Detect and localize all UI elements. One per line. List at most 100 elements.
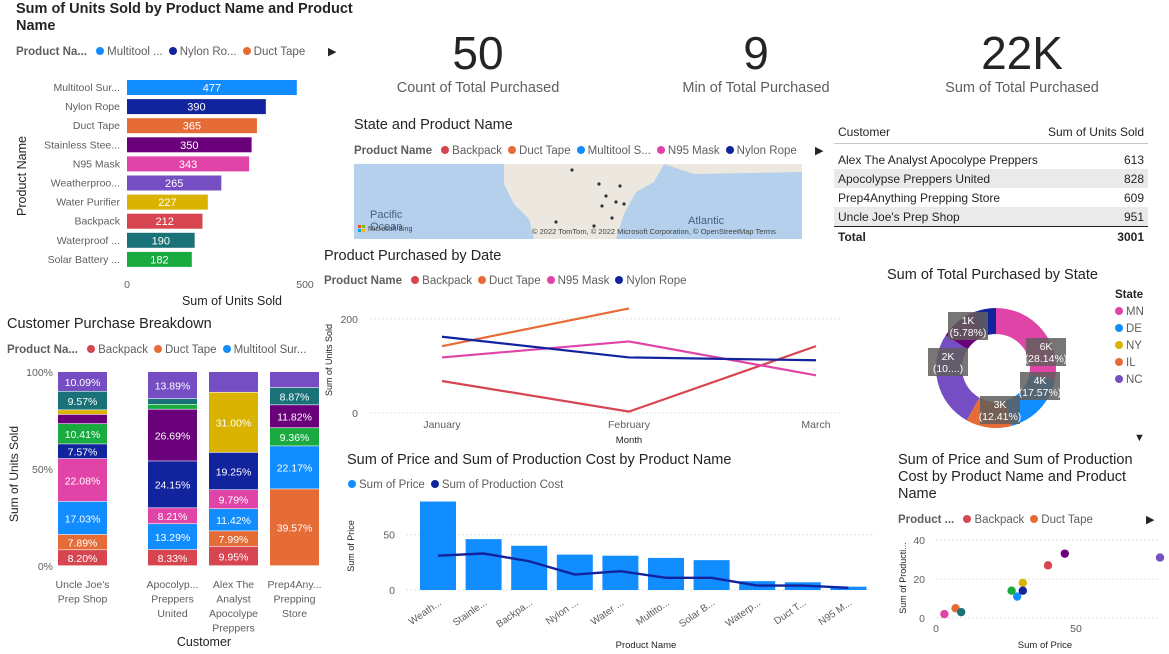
table-row[interactable]: Apocolypse Preppers United 828 [834, 169, 1148, 188]
legend-item[interactable]: Backpack [81, 344, 148, 356]
bar-value-label: 190 [152, 235, 170, 247]
legend-item[interactable]: IL [1115, 357, 1144, 369]
y-axis-title: Sum of Units Sold [7, 426, 21, 522]
table-total-label: Total [838, 229, 866, 244]
combo-chart-svg: 0 50 Weath... Stainle... Backpa... Nylon ... W… [346, 501, 875, 651]
legend-item[interactable]: NC [1115, 374, 1144, 386]
legend-label: Backpack [422, 275, 473, 287]
price-bar[interactable] [511, 545, 548, 590]
scatter-point[interactable] [957, 607, 966, 617]
table-header-units[interactable]: Sum of Units Sold [1043, 121, 1148, 144]
bar-category-label: Water Purifier [56, 197, 120, 209]
price-bar[interactable] [556, 554, 593, 590]
x-category-label: Analyst [216, 594, 251, 606]
stacked-segment[interactable] [58, 414, 107, 424]
legend-marker [242, 47, 251, 55]
donut-title: Sum of Total Purchased by State [887, 267, 1098, 283]
scatter-point[interactable] [1155, 553, 1165, 562]
price-bar[interactable] [420, 501, 456, 590]
legend-item[interactable]: Sum of Price [342, 479, 425, 491]
segment-label: 8.20% [68, 553, 98, 565]
legend-item[interactable]: N95 Mask [541, 275, 610, 287]
y-tick-label: 50% [32, 464, 53, 476]
bar-value-label: 227 [158, 197, 176, 209]
legend-item[interactable]: Backpack [957, 514, 1024, 526]
legend-item[interactable]: Backpack [435, 145, 502, 157]
legend-item[interactable]: Duct Tape [472, 275, 541, 287]
scatter-point[interactable] [1018, 578, 1027, 588]
legend-item[interactable]: Multitool ... [90, 46, 163, 58]
segment-label: 11.82% [277, 412, 312, 424]
legend-item[interactable]: Sum of Production Cost [425, 479, 563, 491]
legend-label: Duct Tape [1041, 514, 1093, 526]
stacked-segment[interactable] [148, 398, 197, 405]
scatter-point[interactable] [1018, 586, 1027, 595]
data-label: 2K [942, 351, 955, 363]
legend-next-icon[interactable]: ▶ [328, 45, 336, 58]
map-area[interactable]: Pacific Ocean Atlantic Microsoft Bing © … [354, 164, 802, 239]
series-line[interactable] [441, 345, 817, 413]
table-row[interactable]: Prep4Anything Prepping Store 609 [834, 188, 1148, 207]
stacked-segment[interactable] [148, 404, 197, 409]
price-bar[interactable] [648, 557, 684, 590]
scroll-down-icon[interactable]: ▼ [1134, 432, 1145, 444]
legend-item[interactable]: Multitool Sur... [217, 344, 306, 356]
legend-item[interactable]: DE [1115, 323, 1144, 335]
legend-item[interactable]: Duct Tape [148, 344, 217, 356]
bar-category-label: Weatherproo... [51, 178, 120, 190]
price-bar[interactable] [465, 539, 502, 590]
segment-label: 9.79% [219, 495, 249, 507]
legend-item[interactable]: Duct Tape [502, 145, 571, 157]
table-row[interactable]: Uncle Joe's Prep Shop 951 [834, 207, 1148, 227]
legend-item[interactable]: Duct Tape [1024, 514, 1093, 526]
legend-marker [615, 276, 624, 284]
stacked-segment[interactable] [58, 410, 107, 415]
legend-item[interactable]: Backpack [405, 275, 472, 287]
table-row[interactable]: Alex The Analyst Apocolype Preppers 613 [834, 150, 1148, 169]
legend-next-icon[interactable]: ▶ [815, 144, 823, 157]
segment-label: 9.57% [68, 396, 98, 408]
y-tick-label: 0 [352, 408, 358, 420]
y-tick-label: 40 [913, 535, 925, 547]
price-bar[interactable] [693, 560, 730, 590]
stacked-segment[interactable] [209, 372, 258, 392]
series-line[interactable] [441, 335, 817, 362]
card-sum: 22K Sum of Total Purchased [922, 26, 1122, 96]
table-cell-units: 613 [1123, 152, 1144, 167]
scatter-point[interactable] [1060, 549, 1069, 558]
legend-marker [576, 146, 585, 154]
table-header-customer[interactable]: Customer [834, 121, 1043, 144]
legend-item[interactable]: NY [1115, 340, 1144, 352]
bar-category-label: Waterproof ... [57, 235, 120, 247]
x-category-label: Prep Shop [58, 594, 108, 606]
stacked-segment[interactable] [270, 372, 319, 388]
legend-item[interactable]: N95 Mask [651, 145, 720, 157]
segment-label: 8.87% [280, 392, 310, 404]
legend-item[interactable]: Nylon Rope [609, 275, 686, 287]
legend-marker [441, 146, 450, 154]
scatter-point[interactable] [1043, 561, 1053, 570]
legend-marker [1115, 358, 1123, 366]
segment-label: 31.00% [216, 418, 252, 430]
legend-item[interactable]: MN [1115, 306, 1144, 318]
legend-label: N95 Mask [557, 275, 610, 287]
legend-item[interactable]: Nylon Rope [720, 145, 797, 157]
line-chart-title: Product Purchased by Date [324, 248, 502, 264]
map-bing-logo: Microsoft Bing [368, 226, 412, 233]
data-label: 1K [962, 315, 975, 327]
x-category-label: Water ... [589, 597, 626, 627]
x-tick-label: 0 [933, 623, 939, 635]
legend-item[interactable]: Nylon Ro... [163, 46, 237, 58]
x-category-label: United [157, 608, 188, 620]
y-axis-title: Sum of Producti... [898, 542, 908, 614]
donut-slice[interactable] [936, 335, 980, 421]
legend-item[interactable]: Multitool S... [571, 145, 651, 157]
x-tick-label: 0 [124, 279, 130, 291]
bar-value-label: 343 [179, 159, 197, 171]
scatter-point[interactable] [940, 609, 949, 619]
map-label-atlantic: Atlantic [688, 215, 725, 227]
segment-label: 22.17% [277, 463, 313, 475]
table-total-value: 3001 [1117, 229, 1144, 244]
legend-item[interactable]: Duct Tape [237, 46, 305, 58]
legend-next-icon[interactable]: ▶ [1146, 513, 1154, 526]
